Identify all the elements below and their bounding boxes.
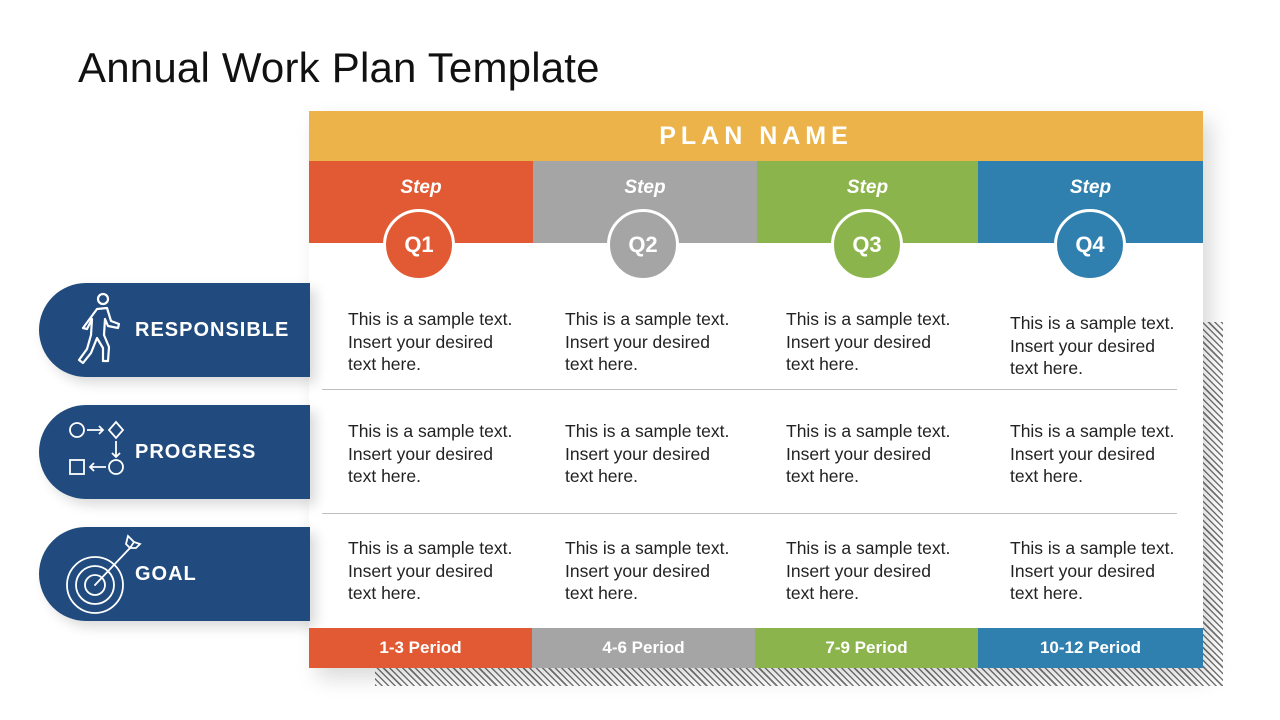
cell-line: text here.	[786, 466, 859, 486]
cell-line: This is a sample text.	[786, 421, 951, 441]
cell-line: Insert your desired	[565, 443, 710, 464]
cell-responsible-q1: This is a sample text. Insert your desire…	[348, 308, 548, 376]
cell-progress-q1: This is a sample text. Insert your desire…	[348, 420, 548, 488]
cell-line: Insert your desired	[348, 443, 493, 464]
cell-line: text here.	[1010, 358, 1083, 378]
slide-title: Annual Work Plan Template	[78, 44, 600, 91]
cell-line: Insert your desired	[348, 560, 493, 581]
cell-progress-q4: This is a sample text. Insert your desire…	[1010, 420, 1210, 488]
cell-line: text here.	[786, 583, 859, 603]
row-label-text: RESPONSIBLE	[135, 318, 290, 341]
walking-person-icon	[77, 292, 121, 365]
row-label-text: GOAL	[135, 562, 197, 585]
cell-line: This is a sample text.	[786, 309, 951, 329]
period-q4: 10-12 Period	[978, 628, 1203, 668]
row-label-text: PROGRESS	[135, 440, 257, 463]
cell-responsible-q4: This is a sample text. Insert your desire…	[1010, 312, 1210, 380]
cell-line: text here.	[348, 466, 421, 486]
cell-goal-q2: This is a sample text. Insert your desire…	[565, 537, 765, 605]
cell-line: text here.	[1010, 583, 1083, 603]
cell-progress-q3: This is a sample text. Insert your desire…	[786, 420, 986, 488]
cell-responsible-q3: This is a sample text. Insert your desire…	[786, 308, 986, 376]
cell-line: Insert your desired	[1010, 443, 1155, 464]
target-arrow-icon	[66, 534, 142, 614]
quarter-badge-q3: Q3	[831, 209, 903, 281]
cell-goal-q3: This is a sample text. Insert your desire…	[786, 537, 986, 605]
cell-line: Insert your desired	[348, 331, 493, 352]
cell-goal-q1: This is a sample text. Insert your desire…	[348, 537, 548, 605]
row-label-goal: GOAL	[39, 527, 310, 621]
cell-line: Insert your desired	[786, 443, 931, 464]
quarter-badge-q4: Q4	[1054, 209, 1126, 281]
cell-line: text here.	[348, 583, 421, 603]
period-q3: 7-9 Period	[755, 628, 978, 668]
cell-line: This is a sample text.	[1010, 313, 1175, 333]
cell-line: Insert your desired	[786, 560, 931, 581]
process-flow-icon	[69, 420, 125, 475]
cell-line: text here.	[786, 354, 859, 374]
plan-name-header: PLAN NAME	[309, 111, 1203, 161]
cell-line: Insert your desired	[1010, 560, 1155, 581]
cell-line: Insert your desired	[1010, 335, 1155, 356]
cell-line: This is a sample text.	[1010, 538, 1175, 558]
cell-line: text here.	[565, 354, 638, 374]
cell-goal-q4: This is a sample text. Insert your desire…	[1010, 537, 1210, 605]
cell-line: This is a sample text.	[1010, 421, 1175, 441]
cell-line: This is a sample text.	[348, 538, 513, 558]
cell-progress-q2: This is a sample text. Insert your desire…	[565, 420, 765, 488]
cell-line: This is a sample text.	[565, 538, 730, 558]
cell-line: text here.	[565, 466, 638, 486]
cell-line: text here.	[348, 354, 421, 374]
row-divider	[322, 389, 1177, 390]
period-q1: 1-3 Period	[309, 628, 532, 668]
cell-responsible-q2: This is a sample text. Insert your desire…	[565, 308, 765, 376]
row-label-responsible: RESPONSIBLE	[39, 283, 310, 377]
cell-line: This is a sample text.	[565, 421, 730, 441]
quarter-badge-q2: Q2	[607, 209, 679, 281]
cell-line: This is a sample text.	[786, 538, 951, 558]
quarter-badge-q1: Q1	[383, 209, 455, 281]
row-label-progress: PROGRESS	[39, 405, 310, 499]
cell-line: Insert your desired	[565, 560, 710, 581]
cell-line: This is a sample text.	[348, 421, 513, 441]
cell-line: This is a sample text.	[565, 309, 730, 329]
cell-line: Insert your desired	[565, 331, 710, 352]
cell-line: This is a sample text.	[348, 309, 513, 329]
cell-line: Insert your desired	[786, 331, 931, 352]
cell-line: text here.	[565, 583, 638, 603]
row-divider	[322, 513, 1177, 514]
cell-line: text here.	[1010, 466, 1083, 486]
period-q2: 4-6 Period	[532, 628, 755, 668]
